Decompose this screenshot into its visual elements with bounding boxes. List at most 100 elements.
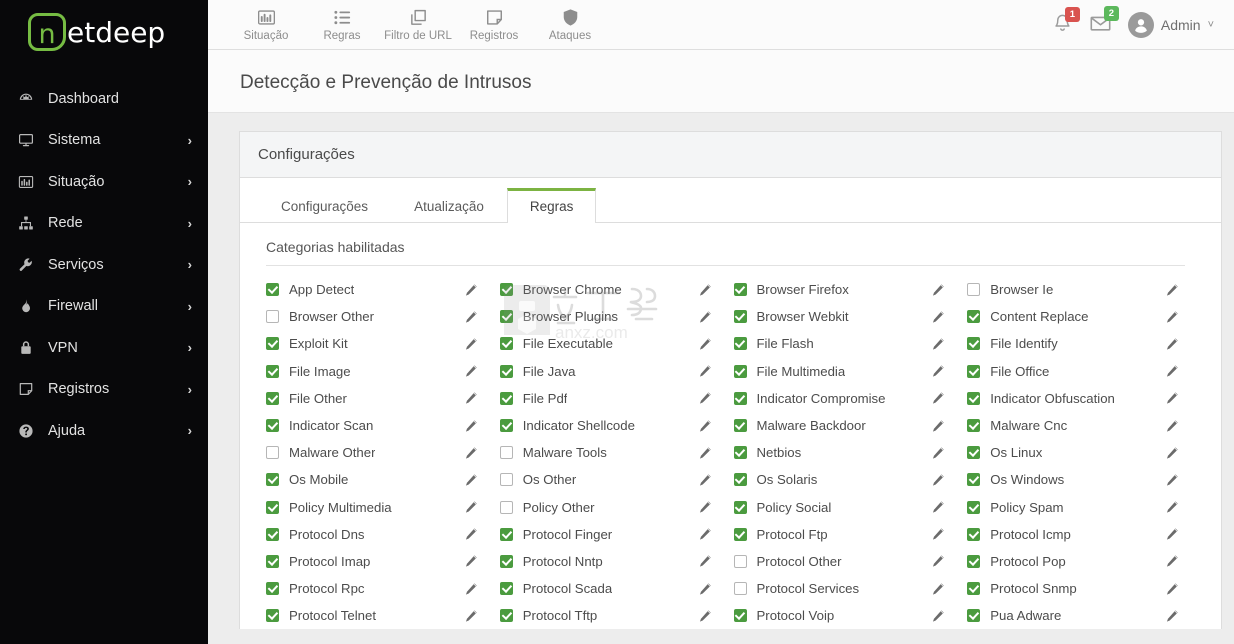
category-checkbox[interactable]	[266, 419, 279, 433]
pencil-icon[interactable]	[698, 527, 712, 541]
category-checkbox[interactable]	[967, 473, 981, 487]
pencil-icon[interactable]	[931, 337, 945, 351]
category-checkbox[interactable]	[499, 473, 513, 487]
topbar-tool-filtro-de-url[interactable]: Filtro de URL	[382, 1, 454, 49]
pencil-icon[interactable]	[464, 446, 478, 460]
notifications-button[interactable]: 1	[1052, 6, 1080, 37]
pencil-icon[interactable]	[1165, 283, 1179, 297]
pencil-icon[interactable]	[464, 337, 478, 351]
pencil-icon[interactable]	[698, 419, 712, 433]
pencil-icon[interactable]	[931, 419, 945, 433]
pencil-icon[interactable]	[1165, 609, 1179, 623]
pencil-icon[interactable]	[1165, 527, 1179, 541]
category-checkbox[interactable]	[733, 283, 747, 297]
category-checkbox[interactable]	[733, 500, 747, 514]
pencil-icon[interactable]	[1165, 500, 1179, 514]
category-checkbox[interactable]	[733, 337, 747, 351]
sidebar-item-rede[interactable]: Rede ›	[0, 203, 208, 245]
pencil-icon[interactable]	[464, 419, 478, 433]
pencil-icon[interactable]	[1165, 582, 1179, 596]
pencil-icon[interactable]	[931, 364, 945, 378]
category-checkbox[interactable]	[967, 283, 981, 297]
pencil-icon[interactable]	[698, 500, 712, 514]
pencil-icon[interactable]	[931, 500, 945, 514]
category-checkbox[interactable]	[733, 310, 747, 324]
pencil-icon[interactable]	[464, 473, 478, 487]
user-menu[interactable]: Admin ˅	[1127, 11, 1214, 38]
category-checkbox[interactable]	[967, 419, 981, 433]
category-checkbox[interactable]	[266, 337, 279, 351]
sidebar-item-ajuda[interactable]: Ajuda ›	[0, 410, 208, 452]
pencil-icon[interactable]	[464, 582, 478, 596]
category-checkbox[interactable]	[499, 609, 513, 623]
pencil-icon[interactable]	[698, 310, 712, 324]
category-checkbox[interactable]	[967, 310, 981, 324]
category-checkbox[interactable]	[733, 419, 747, 433]
category-checkbox[interactable]	[499, 554, 513, 568]
category-checkbox[interactable]	[967, 582, 981, 596]
category-checkbox[interactable]	[967, 391, 981, 405]
pencil-icon[interactable]	[931, 473, 945, 487]
category-checkbox[interactable]	[266, 310, 279, 324]
pencil-icon[interactable]	[698, 473, 712, 487]
sidebar-item-dashboard[interactable]: Dashboard	[0, 78, 208, 120]
pencil-icon[interactable]	[464, 364, 478, 378]
pencil-icon[interactable]	[1165, 446, 1179, 460]
category-checkbox[interactable]	[733, 391, 747, 405]
pencil-icon[interactable]	[931, 310, 945, 324]
pencil-icon[interactable]	[1165, 554, 1179, 568]
category-checkbox[interactable]	[266, 527, 279, 541]
category-checkbox[interactable]	[733, 446, 747, 460]
category-checkbox[interactable]	[967, 364, 981, 378]
category-checkbox[interactable]	[266, 554, 279, 568]
sidebar-item-sistema[interactable]: Sistema ›	[0, 120, 208, 162]
sidebar-item-servicos[interactable]: Serviços ›	[0, 244, 208, 286]
pencil-icon[interactable]	[1165, 364, 1179, 378]
category-checkbox[interactable]	[499, 391, 513, 405]
category-checkbox[interactable]	[266, 391, 279, 405]
pencil-icon[interactable]	[464, 554, 478, 568]
topbar-tool-registros[interactable]: Registros	[458, 1, 530, 49]
category-checkbox[interactable]	[499, 582, 513, 596]
pencil-icon[interactable]	[698, 446, 712, 460]
pencil-icon[interactable]	[1165, 310, 1179, 324]
category-checkbox[interactable]	[266, 500, 279, 514]
category-checkbox[interactable]	[733, 582, 747, 596]
category-checkbox[interactable]	[499, 283, 513, 297]
category-checkbox[interactable]	[266, 582, 279, 596]
sidebar-item-situacao[interactable]: Situação ›	[0, 161, 208, 203]
pencil-icon[interactable]	[931, 527, 945, 541]
topbar-tool-regras[interactable]: Regras	[306, 1, 378, 49]
category-checkbox[interactable]	[266, 364, 279, 378]
pencil-icon[interactable]	[698, 391, 712, 405]
pencil-icon[interactable]	[1165, 391, 1179, 405]
brand-logo[interactable]: n etdeep	[0, 0, 208, 64]
category-checkbox[interactable]	[733, 473, 747, 487]
pencil-icon[interactable]	[698, 283, 712, 297]
pencil-icon[interactable]	[1165, 473, 1179, 487]
pencil-icon[interactable]	[464, 527, 478, 541]
category-checkbox[interactable]	[967, 337, 981, 351]
category-checkbox[interactable]	[499, 500, 513, 514]
topbar-tool-situacao[interactable]: Situação	[230, 1, 302, 49]
pencil-icon[interactable]	[931, 554, 945, 568]
pencil-icon[interactable]	[1165, 419, 1179, 433]
pencil-icon[interactable]	[698, 582, 712, 596]
pencil-icon[interactable]	[698, 337, 712, 351]
category-checkbox[interactable]	[733, 609, 747, 623]
pencil-icon[interactable]	[931, 391, 945, 405]
category-checkbox[interactable]	[266, 283, 279, 297]
pencil-icon[interactable]	[464, 283, 478, 297]
pencil-icon[interactable]	[698, 609, 712, 623]
pencil-icon[interactable]	[698, 364, 712, 378]
category-checkbox[interactable]	[266, 609, 279, 623]
tab-configuracoes[interactable]: Configurações	[258, 188, 391, 223]
category-checkbox[interactable]	[266, 446, 279, 460]
pencil-icon[interactable]	[464, 500, 478, 514]
category-checkbox[interactable]	[499, 337, 513, 351]
category-checkbox[interactable]	[266, 473, 279, 487]
sidebar-item-firewall[interactable]: Firewall ›	[0, 286, 208, 328]
category-checkbox[interactable]	[499, 364, 513, 378]
pencil-icon[interactable]	[931, 446, 945, 460]
pencil-icon[interactable]	[464, 609, 478, 623]
